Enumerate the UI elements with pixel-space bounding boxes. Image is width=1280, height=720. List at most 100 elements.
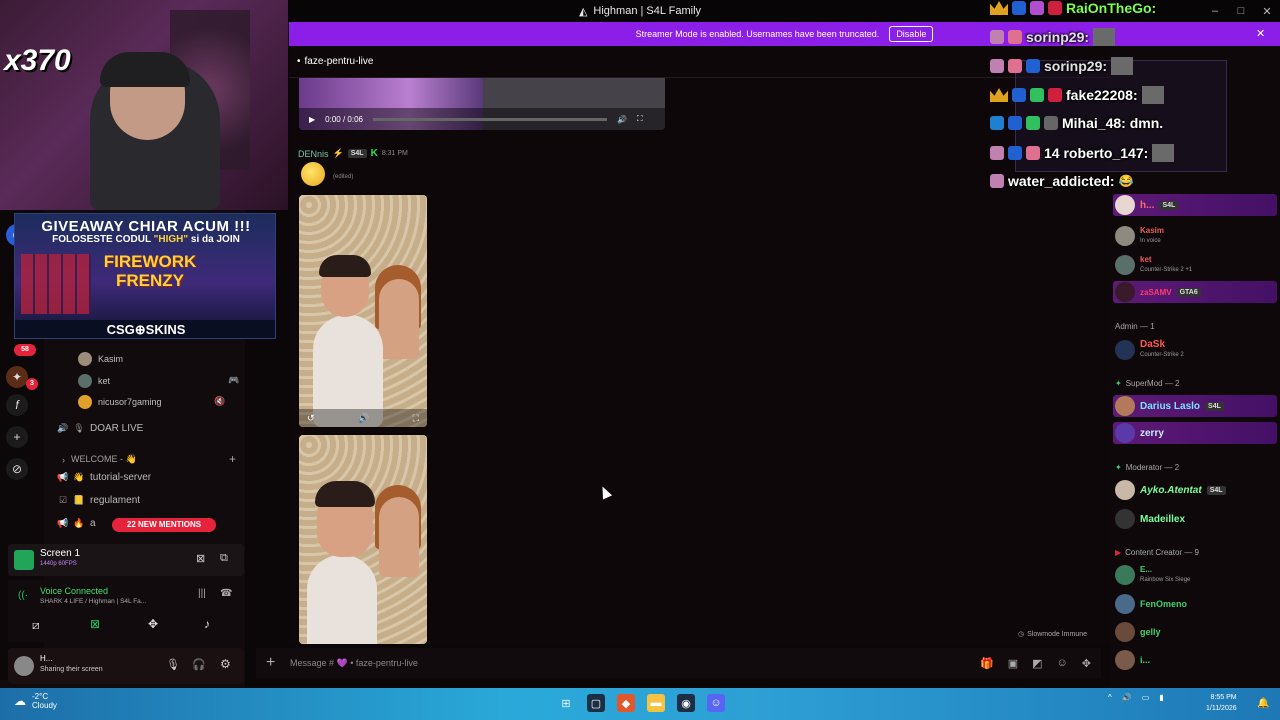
volume-tray-icon[interactable]: 🔊 xyxy=(1122,693,1132,702)
discord-icon[interactable]: ☺ xyxy=(707,694,725,712)
activities-icon[interactable]: ✥ xyxy=(148,617,158,631)
notification-icon[interactable]: 🔔 xyxy=(1257,698,1269,709)
play-icon[interactable]: ▶ xyxy=(309,115,315,124)
settings-icon[interactable]: ⚙ xyxy=(220,657,231,671)
screen-icon xyxy=(14,550,34,570)
stop-stream-icon[interactable]: ⊠ xyxy=(196,552,205,565)
promo-sponsor: CSG⊕SKINS xyxy=(15,320,275,338)
member-item[interactable]: ket Counter-Strike 2 +1 xyxy=(1113,254,1277,276)
maximize-icon[interactable]: □ xyxy=(1228,0,1254,22)
app-logo-icon: ◭ xyxy=(578,5,588,18)
fullscreen-icon[interactable]: ⛶ xyxy=(413,413,419,424)
message-input[interactable]: Message # 💜 • faze-pentru-live xyxy=(290,658,418,669)
volume-icon[interactable]: 🔊 xyxy=(358,413,369,424)
channel-regulament[interactable]: ☑ 📒 regulament xyxy=(58,495,140,506)
sub-count: x370 xyxy=(4,44,71,77)
user-status: Sharing their screen xyxy=(40,666,103,673)
server-badge: 58 xyxy=(14,344,36,356)
message-composer[interactable]: + Message # 💜 • faze-pentru-live 🎁 ▣ ◩ ☺… xyxy=(256,648,1101,678)
user-panel: H... Sharing their screen 🎙 🎧 ⚙ xyxy=(8,648,244,684)
avatar[interactable] xyxy=(14,656,34,676)
apps-icon[interactable]: ✥ xyxy=(1082,657,1091,670)
replay-icon[interactable]: ↺ xyxy=(307,413,315,424)
voice-member[interactable]: ket xyxy=(78,374,110,388)
server-icon[interactable]: f xyxy=(6,394,28,416)
promo-art xyxy=(21,254,91,314)
category-welcome[interactable]: › WELCOME - 👋 xyxy=(62,454,137,465)
member-item[interactable]: Darius Laslo S4L xyxy=(1113,395,1277,417)
voice-member[interactable]: Kasim xyxy=(78,352,123,366)
disconnect-icon[interactable]: ☎ xyxy=(220,588,232,599)
server-icon[interactable]: ✦ xyxy=(6,366,28,388)
steam-icon[interactable]: ◉ xyxy=(677,694,695,712)
battery-icon[interactable]: ▮ xyxy=(1159,693,1163,702)
fullscreen-icon[interactable]: ⛶ xyxy=(637,114,643,124)
system-tray: ^ 🔊 ▭ ▮ xyxy=(1108,693,1164,702)
member-item[interactable]: zerry xyxy=(1113,422,1277,444)
photo-attachment[interactable]: ↺ 🔊 ⛶ xyxy=(299,195,427,427)
channel-a[interactable]: 📢 🔥 a xyxy=(57,518,95,529)
member-item[interactable]: DaSk Counter-Strike 2 xyxy=(1113,339,1277,361)
network-icon[interactable]: ▭ xyxy=(1142,693,1150,702)
message-time: 8:31 PM xyxy=(381,150,408,157)
role-category: Admin — 1 xyxy=(1115,322,1155,331)
weather-icon: ☁ xyxy=(14,693,26,708)
start-icon[interactable]: ⊞ xyxy=(557,694,575,712)
role-badge: K xyxy=(370,148,378,159)
discover-icon[interactable]: ⊘ xyxy=(6,458,28,480)
headphones-icon[interactable]: 🎧 xyxy=(192,658,206,671)
sticker-icon[interactable]: ◩ xyxy=(1032,657,1042,670)
chevron-up-icon[interactable]: ^ xyxy=(1108,693,1112,702)
slowmode-indicator: ◷ Slowmode Immune xyxy=(1018,630,1088,639)
channel-header: • faze-pentru-live xyxy=(289,46,1109,78)
attach-icon[interactable]: + xyxy=(266,654,280,672)
server-badge: 3 xyxy=(26,378,38,390)
member-item[interactable]: gelly xyxy=(1113,621,1277,643)
clock-icon: ◷ xyxy=(1018,631,1025,638)
megaphone-icon: 📢 xyxy=(57,472,69,482)
voice-status: Voice Connected xyxy=(40,586,109,596)
member-item[interactable]: E... Rainbow Six Siege xyxy=(1113,564,1277,586)
minimize-icon[interactable]: – xyxy=(1202,0,1228,22)
soundboard-icon[interactable]: ||| xyxy=(198,588,206,599)
member-item[interactable]: Kasim In voice xyxy=(1113,225,1277,247)
weather-widget[interactable]: ☁ -2°C Cloudy xyxy=(14,692,57,710)
add-server-icon[interactable]: + xyxy=(6,426,28,448)
mic-icon[interactable]: 🎙 xyxy=(166,658,180,671)
popout-icon[interactable]: ⧉ xyxy=(220,552,228,565)
soundboard-button-icon[interactable]: ♪ xyxy=(204,617,210,631)
voice-member[interactable]: nicusor7gaming xyxy=(78,395,162,409)
photo-attachment[interactable] xyxy=(299,435,427,644)
video-progress[interactable] xyxy=(372,117,607,121)
emoji-icon[interactable]: ☺ xyxy=(1057,657,1068,670)
member-item[interactable]: i... xyxy=(1113,649,1277,671)
member-item[interactable]: Ayko.Atentat S4L xyxy=(1113,479,1277,501)
disable-streamer-button[interactable]: Disable xyxy=(889,26,934,42)
camera-off-icon[interactable]: ⧄ xyxy=(32,618,40,633)
gift-icon[interactable]: 🎁 xyxy=(980,657,994,670)
taskbar-clock[interactable]: 8:55 PM 1/11/2026 xyxy=(1206,692,1237,714)
brave-icon[interactable]: ◆ xyxy=(617,694,635,712)
add-channel-icon[interactable]: + xyxy=(229,452,236,466)
promo-headline: GIVEAWAY CHIAR ACUM !!! xyxy=(41,218,251,235)
overlay-chat-line: Mihai_48: dmn. xyxy=(990,115,1163,131)
new-mentions-badge[interactable]: 22 NEW MENTIONS xyxy=(112,518,216,532)
role-category: ✦ Moderator — 2 xyxy=(1115,463,1180,472)
overlay-chat-line: water_addicted: 😂 xyxy=(990,173,1134,189)
share-screen-icon[interactable]: ⊠ xyxy=(90,617,100,631)
gif-icon[interactable]: ▣ xyxy=(1008,657,1018,670)
explorer-icon[interactable]: ▬ xyxy=(647,694,665,712)
task-view-icon[interactable]: ▢ xyxy=(587,694,605,712)
member-item[interactable]: zaSAMV GTA6 xyxy=(1113,281,1277,303)
channel-doar-live[interactable]: 🔊 🎙 DOAR LIVE xyxy=(57,423,143,434)
screen-share-panel[interactable]: Screen 1 1440p 60FPS ⊠ ⧉ xyxy=(8,544,244,576)
member-item[interactable]: Madeillex xyxy=(1113,508,1277,530)
streamer-cap xyxy=(100,52,190,87)
volume-icon[interactable]: 🔊 xyxy=(617,115,627,124)
video-attachment[interactable]: ▶ 0:00 / 0:06 🔊 ⛶ xyxy=(299,78,665,130)
channel-tutorial-server[interactable]: 📢 👋 tutorial-server xyxy=(57,472,151,483)
close-icon[interactable]: ✕ xyxy=(1254,0,1280,22)
channel-name: faze-pentru-live xyxy=(304,56,374,67)
message-author[interactable]: DENnis xyxy=(298,149,329,159)
member-item[interactable]: FenOmeno xyxy=(1113,593,1277,615)
